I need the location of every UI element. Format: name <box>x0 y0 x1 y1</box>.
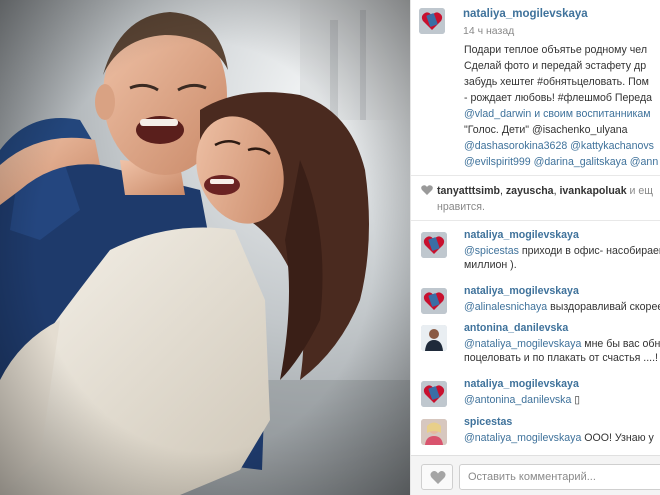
caption-line: Подари теплое объятье родному чел <box>464 44 648 56</box>
comment-username[interactable]: nataliya_mogilevskaya <box>464 229 579 241</box>
author-avatar[interactable] <box>419 8 445 34</box>
photo-illustration <box>0 0 410 495</box>
heart-icon <box>430 471 446 484</box>
comment-footer <box>411 455 660 495</box>
user-photo-icon <box>421 419 447 445</box>
comment-username[interactable]: nataliya_mogilevskaya <box>464 285 579 297</box>
comment-mention[interactable]: @alinalesnichaya <box>464 301 547 313</box>
comment-text: @antonina_danilevska ▯ <box>464 393 580 407</box>
likes-more[interactable]: и ещ <box>630 185 653 197</box>
comment-text: @spicestas приходи в офис- насобираем ми… <box>464 244 660 272</box>
comment-mention[interactable]: @nataliya_mogilevskaya <box>464 338 581 350</box>
liker-name[interactable]: ivankapoluak <box>559 185 626 197</box>
comment-body: выздоравливай скорее <box>547 301 660 313</box>
comment-body: мне бы вас обня <box>581 338 660 350</box>
author-username[interactable]: nataliya_mogilevskaya <box>463 8 588 20</box>
divider <box>411 175 660 176</box>
user-photo-icon <box>421 325 447 351</box>
caption-line: "Голос. Дети" @isachenko_ulyana <box>464 124 628 136</box>
commenter-avatar[interactable] <box>421 381 447 407</box>
comment-body-line2: поцеловать и по плакать от счастья ....! <box>464 352 658 364</box>
divider <box>411 220 660 221</box>
comment-text: @nataliya_mogilevskaya мне бы вас обня п… <box>464 337 660 365</box>
heart-avatar-icon <box>421 232 447 258</box>
post-photo[interactable] <box>0 0 410 495</box>
commenter-avatar[interactable] <box>421 288 447 314</box>
caption-line[interactable]: @dashasorokina3628 @kattykachanovs <box>464 138 660 154</box>
caption-line: - рождает любовь! #флешмоб Переда <box>464 92 653 104</box>
comment-body: ▯ <box>571 394 581 406</box>
heart-avatar-icon <box>421 288 447 314</box>
heart-icon <box>421 185 433 195</box>
comment-mention[interactable]: @spicestas <box>464 245 519 257</box>
commenter-avatar[interactable] <box>421 419 447 445</box>
commenter-avatar[interactable] <box>421 232 447 258</box>
caption-line[interactable]: @vlad_darwin и своим воспитанникам <box>464 106 660 122</box>
comment-mention[interactable]: @antonina_danilevska <box>464 394 571 406</box>
post-time: 14 ч назад <box>463 25 515 37</box>
comment-body: ООО! Узнаю у <box>581 432 654 444</box>
likers-list: tanyatttsimb, zayuscha, ivankapoluak и е… <box>437 185 654 197</box>
liker-name[interactable]: tanyatttsimb <box>437 185 500 197</box>
comment-username[interactable]: nataliya_mogilevskaya <box>464 378 579 390</box>
comment-body-line2: миллион ). <box>464 259 517 271</box>
caption-line: забудь хештег #обнятьцеловать. Пом <box>464 76 649 88</box>
comment-body: приходи в офис- насобираем <box>518 245 660 257</box>
comment-input[interactable] <box>459 464 660 490</box>
commenter-avatar[interactable] <box>421 325 447 351</box>
post-sidebar: nataliya_mogilevskaya 14 ч назад Подари … <box>410 0 660 495</box>
post-header: nataliya_mogilevskaya 14 ч назад <box>419 6 659 37</box>
comment-text: @alinalesnichaya выздоравливай скорее <box>464 300 660 314</box>
comment-username[interactable]: spicestas <box>464 416 512 428</box>
comment-username[interactable]: antonina_danilevska <box>464 322 568 334</box>
heart-avatar-icon <box>419 8 445 34</box>
likes-suffix: нравится. <box>437 201 485 213</box>
like-button[interactable] <box>421 464 453 490</box>
liker-name[interactable]: zayuscha <box>506 185 554 197</box>
post-caption: Подари теплое объятье родному чел Сделай… <box>464 42 660 170</box>
comment-mention[interactable]: @nataliya_mogilevskaya <box>464 432 581 444</box>
caption-line: Сделай фото и передай эстафету др <box>464 60 647 72</box>
heart-avatar-icon <box>421 381 447 407</box>
comment-text: @nataliya_mogilevskaya ООО! Узнаю у <box>464 431 654 445</box>
caption-line[interactable]: @evilspirit999 @darina_galitskaya @ann <box>464 154 660 170</box>
